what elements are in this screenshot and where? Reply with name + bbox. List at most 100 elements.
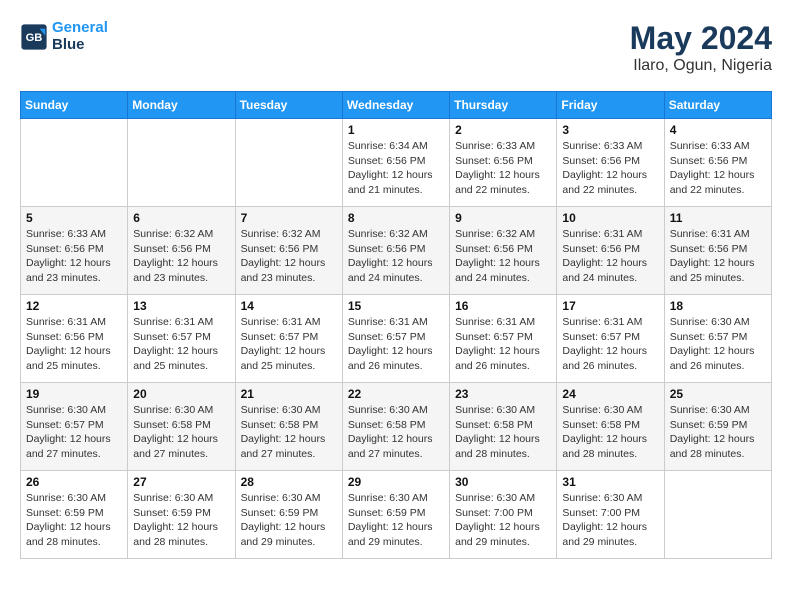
calendar-cell: 1 Sunrise: 6:34 AM Sunset: 6:56 PM Daylig…: [342, 119, 449, 207]
calendar-cell: 18 Sunrise: 6:30 AM Sunset: 6:57 PM Dayli…: [664, 295, 771, 383]
day-number: 7: [241, 211, 337, 225]
calendar-week-5: 26 Sunrise: 6:30 AM Sunset: 6:59 PM Dayli…: [21, 471, 772, 559]
day-info: Sunrise: 6:30 AM Sunset: 6:59 PM Dayligh…: [241, 491, 337, 550]
weekday-header-friday: Friday: [557, 92, 664, 119]
weekday-header-tuesday: Tuesday: [235, 92, 342, 119]
calendar-cell: 17 Sunrise: 6:31 AM Sunset: 6:57 PM Dayli…: [557, 295, 664, 383]
day-number: 9: [455, 211, 551, 225]
calendar-cell: 11 Sunrise: 6:31 AM Sunset: 6:56 PM Dayli…: [664, 207, 771, 295]
day-info: Sunrise: 6:31 AM Sunset: 6:57 PM Dayligh…: [455, 315, 551, 374]
calendar-table: SundayMondayTuesdayWednesdayThursdayFrid…: [20, 91, 772, 559]
day-info: Sunrise: 6:30 AM Sunset: 6:59 PM Dayligh…: [670, 403, 766, 462]
day-info: Sunrise: 6:30 AM Sunset: 6:59 PM Dayligh…: [26, 491, 122, 550]
calendar-cell: 9 Sunrise: 6:32 AM Sunset: 6:56 PM Daylig…: [450, 207, 557, 295]
day-info: Sunrise: 6:31 AM Sunset: 6:56 PM Dayligh…: [26, 315, 122, 374]
day-number: 15: [348, 299, 444, 313]
calendar-body: 1 Sunrise: 6:34 AM Sunset: 6:56 PM Daylig…: [21, 119, 772, 559]
calendar-cell: 8Sunrise: 6:32 AM Sunset: 6:56 PM Daylig…: [342, 207, 449, 295]
day-number: 16: [455, 299, 551, 313]
day-info: Sunrise: 6:30 AM Sunset: 6:57 PM Dayligh…: [670, 315, 766, 374]
day-number: 19: [26, 387, 122, 401]
weekday-header-thursday: Thursday: [450, 92, 557, 119]
day-info: Sunrise: 6:33 AM Sunset: 6:56 PM Dayligh…: [26, 227, 122, 286]
calendar-cell: 13 Sunrise: 6:31 AM Sunset: 6:57 PM Dayli…: [128, 295, 235, 383]
day-info: Sunrise: 6:31 AM Sunset: 6:56 PM Dayligh…: [670, 227, 766, 286]
day-info: Sunrise: 6:30 AM Sunset: 6:58 PM Dayligh…: [348, 403, 444, 462]
calendar-cell: 5 Sunrise: 6:33 AM Sunset: 6:56 PM Daylig…: [21, 207, 128, 295]
day-info: Sunrise: 6:31 AM Sunset: 6:57 PM Dayligh…: [133, 315, 229, 374]
calendar-cell: 14 Sunrise: 6:31 AM Sunset: 6:57 PM Dayli…: [235, 295, 342, 383]
svg-text:GB: GB: [26, 32, 43, 44]
calendar-cell: [21, 119, 128, 207]
day-info: Sunrise: 6:30 AM Sunset: 6:58 PM Dayligh…: [133, 403, 229, 462]
day-number: 28: [241, 475, 337, 489]
day-number: 3: [562, 123, 658, 137]
calendar-cell: 16 Sunrise: 6:31 AM Sunset: 6:57 PM Dayli…: [450, 295, 557, 383]
logo-icon: GB: [20, 23, 48, 51]
day-info: Sunrise: 6:33 AM Sunset: 6:56 PM Dayligh…: [670, 139, 766, 198]
day-info: Sunrise: 6:32 AM Sunset: 6:56 PM Dayligh…: [455, 227, 551, 286]
day-info: Sunrise: 6:34 AM Sunset: 6:56 PM Dayligh…: [348, 139, 444, 198]
day-number: 18: [670, 299, 766, 313]
weekday-header-row: SundayMondayTuesdayWednesdayThursdayFrid…: [21, 92, 772, 119]
calendar-cell: 28 Sunrise: 6:30 AM Sunset: 6:59 PM Dayli…: [235, 471, 342, 559]
day-number: 31: [562, 475, 658, 489]
calendar-cell: [664, 471, 771, 559]
weekday-header-monday: Monday: [128, 92, 235, 119]
day-number: 26: [26, 475, 122, 489]
day-info: Sunrise: 6:30 AM Sunset: 6:58 PM Dayligh…: [241, 403, 337, 462]
day-number: 20: [133, 387, 229, 401]
day-info: Sunrise: 6:31 AM Sunset: 6:57 PM Dayligh…: [241, 315, 337, 374]
calendar-cell: 25 Sunrise: 6:30 AM Sunset: 6:59 PM Dayli…: [664, 383, 771, 471]
calendar-week-2: 5 Sunrise: 6:33 AM Sunset: 6:56 PM Daylig…: [21, 207, 772, 295]
day-info: Sunrise: 6:33 AM Sunset: 6:56 PM Dayligh…: [455, 139, 551, 198]
calendar-cell: 6 Sunrise: 6:32 AM Sunset: 6:56 PM Daylig…: [128, 207, 235, 295]
day-number: 11: [670, 211, 766, 225]
day-info: Sunrise: 6:32 AM Sunset: 6:56 PM Dayligh…: [133, 227, 229, 286]
day-number: 13: [133, 299, 229, 313]
calendar-cell: 15Sunrise: 6:31 AM Sunset: 6:57 PM Dayli…: [342, 295, 449, 383]
day-number: 14: [241, 299, 337, 313]
calendar-cell: 30 Sunrise: 6:30 AM Sunset: 7:00 PM Dayli…: [450, 471, 557, 559]
day-info: Sunrise: 6:30 AM Sunset: 7:00 PM Dayligh…: [455, 491, 551, 550]
calendar-cell: 10Sunrise: 6:31 AM Sunset: 6:56 PM Dayli…: [557, 207, 664, 295]
calendar-cell: 23Sunrise: 6:30 AM Sunset: 6:58 PM Dayli…: [450, 383, 557, 471]
day-number: 6: [133, 211, 229, 225]
logo-text-line1: General: [52, 20, 108, 37]
calendar-cell: 22 Sunrise: 6:30 AM Sunset: 6:58 PM Dayli…: [342, 383, 449, 471]
day-number: 30: [455, 475, 551, 489]
day-number: 25: [670, 387, 766, 401]
page-header: GB General Blue May 2024 Ilaro, Ogun, Ni…: [20, 20, 772, 75]
day-number: 5: [26, 211, 122, 225]
day-info: Sunrise: 6:31 AM Sunset: 6:56 PM Dayligh…: [562, 227, 658, 286]
weekday-header-wednesday: Wednesday: [342, 92, 449, 119]
calendar-cell: 20 Sunrise: 6:30 AM Sunset: 6:58 PM Dayli…: [128, 383, 235, 471]
day-info: Sunrise: 6:31 AM Sunset: 6:57 PM Dayligh…: [562, 315, 658, 374]
day-number: 12: [26, 299, 122, 313]
day-number: 27: [133, 475, 229, 489]
calendar-cell: 12 Sunrise: 6:31 AM Sunset: 6:56 PM Dayli…: [21, 295, 128, 383]
day-number: 22: [348, 387, 444, 401]
day-info: Sunrise: 6:30 AM Sunset: 6:59 PM Dayligh…: [348, 491, 444, 550]
calendar-cell: [128, 119, 235, 207]
calendar-cell: 26 Sunrise: 6:30 AM Sunset: 6:59 PM Dayli…: [21, 471, 128, 559]
day-number: 23: [455, 387, 551, 401]
day-number: 24: [562, 387, 658, 401]
weekday-header-saturday: Saturday: [664, 92, 771, 119]
month-year-title: May 2024: [630, 20, 772, 57]
day-info: Sunrise: 6:30 AM Sunset: 6:58 PM Dayligh…: [562, 403, 658, 462]
calendar-cell: 21 Sunrise: 6:30 AM Sunset: 6:58 PM Dayli…: [235, 383, 342, 471]
calendar-cell: [235, 119, 342, 207]
day-number: 29: [348, 475, 444, 489]
day-number: 17: [562, 299, 658, 313]
calendar-cell: 24 Sunrise: 6:30 AM Sunset: 6:58 PM Dayli…: [557, 383, 664, 471]
day-number: 1: [348, 123, 444, 137]
day-number: 21: [241, 387, 337, 401]
calendar-week-3: 12 Sunrise: 6:31 AM Sunset: 6:56 PM Dayli…: [21, 295, 772, 383]
logo: GB General Blue: [20, 20, 108, 53]
calendar-cell: 3Sunrise: 6:33 AM Sunset: 6:56 PM Daylig…: [557, 119, 664, 207]
day-info: Sunrise: 6:32 AM Sunset: 6:56 PM Dayligh…: [348, 227, 444, 286]
weekday-header-sunday: Sunday: [21, 92, 128, 119]
day-info: Sunrise: 6:30 AM Sunset: 6:57 PM Dayligh…: [26, 403, 122, 462]
calendar-week-4: 19 Sunrise: 6:30 AM Sunset: 6:57 PM Dayli…: [21, 383, 772, 471]
